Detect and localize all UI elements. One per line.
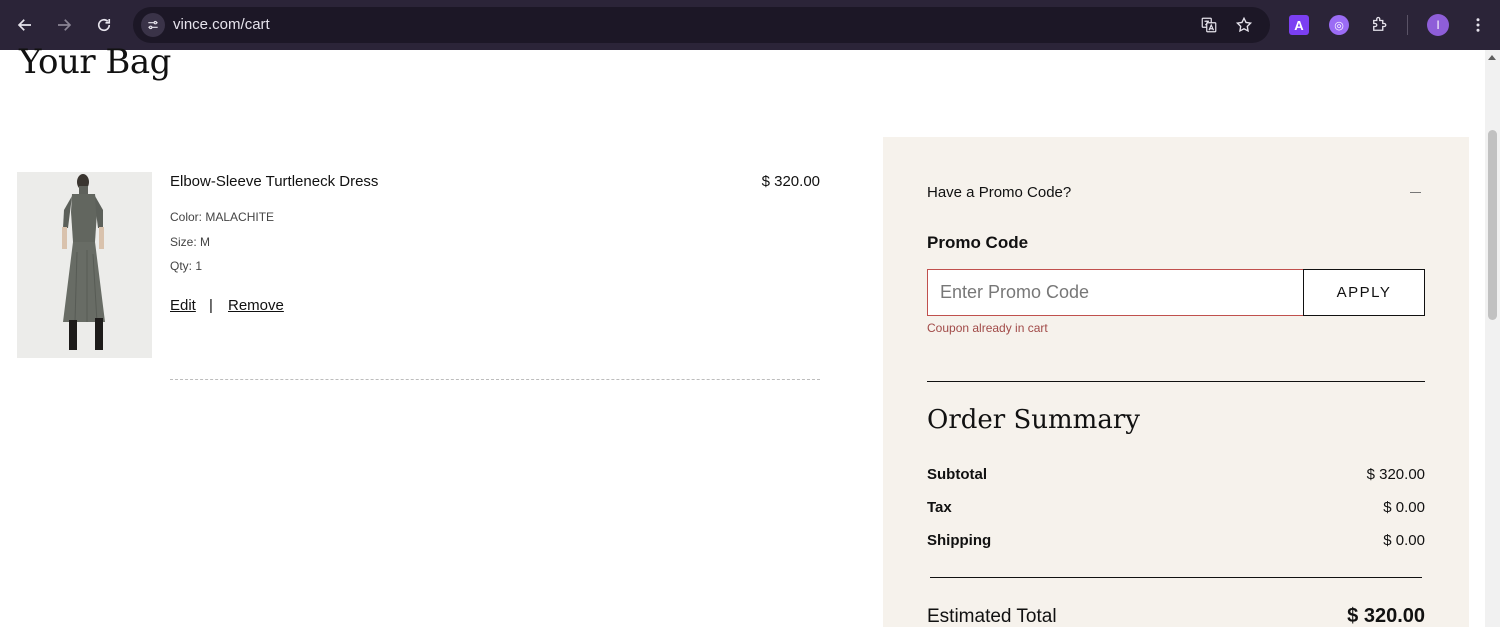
product-price: $ 320.00: [761, 173, 820, 190]
tax-value: $ 0.00: [1383, 499, 1425, 516]
apply-promo-button[interactable]: APPLY: [1303, 269, 1425, 316]
subtotal-value: $ 320.00: [1366, 466, 1425, 483]
scroll-up-arrow-icon[interactable]: [1488, 55, 1496, 60]
total-divider: [930, 577, 1422, 578]
promo-code-toggle[interactable]: Have a Promo Code?: [927, 184, 1071, 201]
bookmark-star-icon[interactable]: [1234, 15, 1254, 35]
shipping-value: $ 0.00: [1383, 532, 1425, 549]
toolbar-divider: [1407, 15, 1408, 35]
subtotal-label: Subtotal: [927, 466, 987, 483]
back-arrow-icon[interactable]: [13, 13, 37, 37]
product-size: Size: M: [170, 235, 211, 249]
extensions-puzzle-icon[interactable]: [1368, 14, 1390, 36]
menu-dots-icon[interactable]: [1468, 14, 1488, 36]
product-name[interactable]: Elbow-Sleeve Turtleneck Dress: [170, 173, 378, 190]
site-info-icon[interactable]: [141, 13, 165, 37]
extension-a-icon[interactable]: A: [1289, 15, 1309, 35]
promo-code-input[interactable]: [927, 269, 1304, 316]
product-image[interactable]: [17, 172, 152, 358]
reload-icon[interactable]: [92, 13, 116, 37]
tax-label: Tax: [927, 499, 952, 516]
browser-toolbar: vince.com/cart A ◎ I: [0, 0, 1500, 50]
profile-avatar[interactable]: I: [1427, 14, 1449, 36]
forward-arrow-icon[interactable]: [52, 13, 76, 37]
address-bar[interactable]: vince.com/cart: [133, 7, 1270, 43]
url-text[interactable]: vince.com/cart: [173, 16, 270, 33]
translate-icon[interactable]: [1199, 15, 1219, 35]
order-summary-panel: Have a Promo Code? Promo Code APPLY Coup…: [883, 137, 1469, 627]
remove-item-link[interactable]: Remove: [228, 297, 284, 314]
item-divider: [170, 379, 820, 380]
link-separator: |: [209, 297, 213, 314]
order-summary-title: Order Summary: [927, 405, 1140, 435]
product-qty: Qty: 1: [170, 259, 203, 273]
shipping-label: Shipping: [927, 532, 992, 549]
summary-divider: [927, 381, 1425, 382]
page-title: Your Bag: [19, 42, 171, 82]
edit-item-link[interactable]: Edit: [170, 297, 196, 314]
scrollbar-thumb[interactable]: [1488, 130, 1497, 320]
estimated-total-value: $ 320.00: [1347, 605, 1425, 627]
promo-code-label: Promo Code: [927, 233, 1029, 252]
estimated-total-label: Estimated Total: [927, 606, 1057, 627]
product-color: Color: MALACHITE: [170, 210, 275, 224]
promo-error-message: Coupon already in cart: [927, 321, 1048, 335]
collapse-minus-icon[interactable]: [1410, 192, 1421, 193]
extension-c-icon[interactable]: ◎: [1329, 15, 1349, 35]
page-scrollbar[interactable]: [1485, 50, 1500, 627]
